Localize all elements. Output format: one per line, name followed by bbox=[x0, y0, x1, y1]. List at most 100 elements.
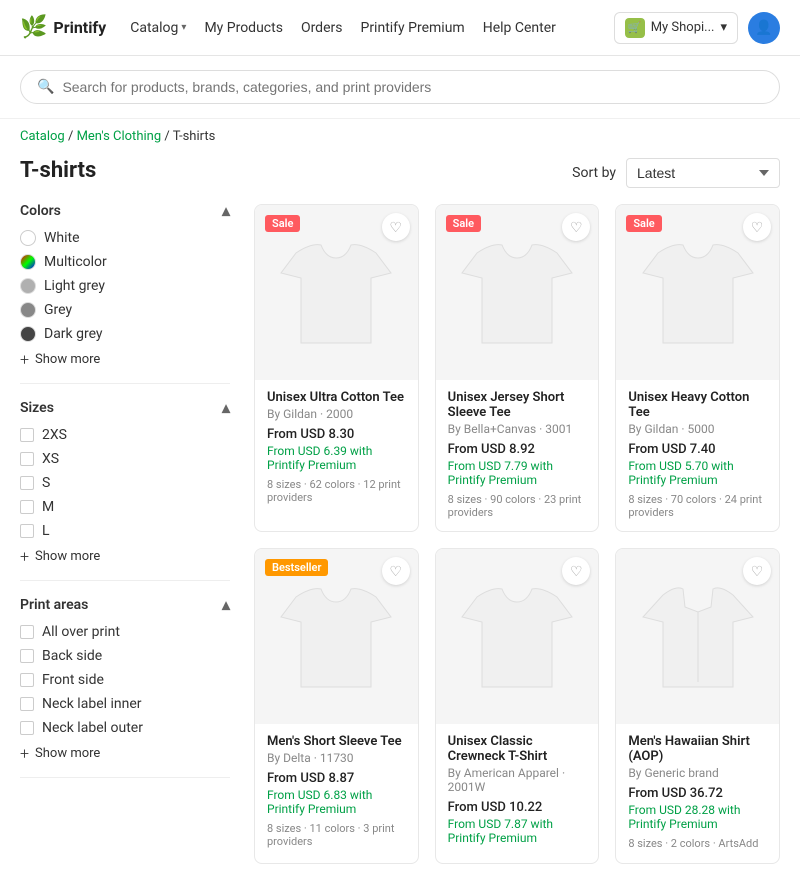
print-areas-show-more[interactable]: + Show more bbox=[20, 744, 230, 763]
product-3-heart-button[interactable]: ♡ bbox=[743, 213, 771, 241]
nav-orders[interactable]: Orders bbox=[301, 20, 343, 36]
colors-label: Colors bbox=[20, 203, 61, 219]
print-area-all-over-checkbox[interactable] bbox=[20, 625, 34, 639]
product-6-premium-price: From USD 28.28 with Printify Premium bbox=[628, 803, 767, 831]
product-card-6[interactable]: ♡ Men's Hawaiian Shirt (AOP) By Generic … bbox=[615, 548, 780, 864]
header-right: 🛒 My Shopi... ▾ 👤 bbox=[614, 12, 780, 44]
product-6-heart-button[interactable]: ♡ bbox=[743, 557, 771, 585]
size-l-label: L bbox=[42, 523, 50, 539]
nav-my-products[interactable]: My Products bbox=[204, 20, 283, 36]
print-area-front-side-label: Front side bbox=[42, 672, 104, 688]
color-label-light-grey: Light grey bbox=[44, 278, 105, 294]
product-4-brand: By Delta · 11730 bbox=[267, 751, 406, 765]
color-light-grey[interactable]: Light grey bbox=[20, 278, 230, 294]
product-2-badge: Sale bbox=[446, 215, 481, 232]
product-2-heart-button[interactable]: ♡ bbox=[562, 213, 590, 241]
product-1-brand: By Gildan · 2000 bbox=[267, 407, 406, 421]
color-multicolor[interactable]: Multicolor bbox=[20, 254, 230, 270]
size-xs-label: XS bbox=[42, 451, 59, 467]
product-card-5[interactable]: ♡ Unisex Classic Crewneck T-Shirt By Ame… bbox=[435, 548, 600, 864]
print-area-front-side-checkbox[interactable] bbox=[20, 673, 34, 687]
product-2-premium-price: From USD 7.79 with Printify Premium bbox=[448, 459, 587, 487]
print-area-front-side[interactable]: Front side bbox=[20, 672, 230, 688]
sizes-label: Sizes bbox=[20, 400, 54, 416]
size-l-checkbox[interactable] bbox=[20, 524, 34, 538]
size-2xs[interactable]: 2XS bbox=[20, 427, 230, 443]
product-card-2[interactable]: Sale ♡ Unisex Jersey Short Sleeve Tee By… bbox=[435, 204, 600, 532]
sizes-show-more[interactable]: + Show more bbox=[20, 547, 230, 566]
color-grey[interactable]: Grey bbox=[20, 302, 230, 318]
product-4-name: Men's Short Sleeve Tee bbox=[267, 734, 406, 749]
colors-show-more-label: Show more bbox=[35, 352, 100, 367]
size-m-checkbox[interactable] bbox=[20, 500, 34, 514]
print-area-neck-outer-checkbox[interactable] bbox=[20, 721, 34, 735]
product-card-4[interactable]: Bestseller ♡ Men's Short Sleeve Tee By D… bbox=[254, 548, 419, 864]
product-2-meta: 8 sizes · 90 colors · 23 print providers bbox=[448, 493, 587, 519]
product-2-price: From USD 8.92 bbox=[448, 442, 587, 457]
product-card-1[interactable]: Sale ♡ Unisex Ultra Cotton Tee By Gildan… bbox=[254, 204, 419, 532]
sizes-toggle-icon: ▴ bbox=[222, 398, 230, 417]
print-areas-filter-header[interactable]: Print areas ▴ bbox=[20, 595, 230, 614]
print-area-back-side-label: Back side bbox=[42, 648, 102, 664]
nav-premium[interactable]: Printify Premium bbox=[360, 20, 464, 36]
print-area-neck-inner-checkbox[interactable] bbox=[20, 697, 34, 711]
product-card-3[interactable]: Sale ♡ Unisex Heavy Cotton Tee By Gildan… bbox=[615, 204, 780, 532]
nav-catalog[interactable]: Catalog ▾ bbox=[130, 20, 186, 36]
nav-help[interactable]: Help Center bbox=[483, 20, 556, 36]
product-4-heart-button[interactable]: ♡ bbox=[382, 557, 410, 585]
product-img-4: Bestseller ♡ bbox=[255, 549, 418, 724]
size-m[interactable]: M bbox=[20, 499, 230, 515]
product-img-1: Sale ♡ bbox=[255, 205, 418, 380]
page-title: T-shirts bbox=[20, 158, 230, 183]
color-dark-grey[interactable]: Dark grey bbox=[20, 326, 230, 342]
product-4-premium-price: From USD 6.83 with Printify Premium bbox=[267, 788, 406, 816]
logo-text: Printify bbox=[53, 18, 106, 37]
product-3-badge: Sale bbox=[626, 215, 661, 232]
product-3-brand: By Gildan · 5000 bbox=[628, 422, 767, 436]
shop-name: My Shopi... bbox=[651, 20, 715, 35]
size-xs[interactable]: XS bbox=[20, 451, 230, 467]
print-area-neck-outer[interactable]: Neck label outer bbox=[20, 720, 230, 736]
breadcrumb-catalog[interactable]: Catalog bbox=[20, 129, 65, 144]
avatar[interactable]: 👤 bbox=[748, 12, 780, 44]
size-s[interactable]: S bbox=[20, 475, 230, 491]
product-5-heart-button[interactable]: ♡ bbox=[562, 557, 590, 585]
breadcrumb-mens-clothing[interactable]: Men's Clothing bbox=[77, 129, 162, 144]
product-6-price: From USD 36.72 bbox=[628, 786, 767, 801]
sort-select[interactable]: Latest Price: Low to High Price: High to… bbox=[626, 158, 780, 188]
product-6-info: Men's Hawaiian Shirt (AOP) By Generic br… bbox=[616, 724, 779, 862]
print-area-back-side[interactable]: Back side bbox=[20, 648, 230, 664]
product-4-badge: Bestseller bbox=[265, 559, 328, 576]
sizes-filter-header[interactable]: Sizes ▴ bbox=[20, 398, 230, 417]
size-m-label: M bbox=[42, 499, 54, 515]
product-3-price: From USD 7.40 bbox=[628, 442, 767, 457]
breadcrumb: Catalog / Men's Clothing / T-shirts bbox=[0, 119, 800, 150]
color-label-multicolor: Multicolor bbox=[44, 254, 107, 270]
print-area-all-over[interactable]: All over print bbox=[20, 624, 230, 640]
product-5-info: Unisex Classic Crewneck T-Shirt By Ameri… bbox=[436, 724, 599, 863]
product-1-heart-button[interactable]: ♡ bbox=[382, 213, 410, 241]
shop-icon: 🛒 bbox=[625, 18, 645, 38]
colors-filter-header[interactable]: Colors ▴ bbox=[20, 201, 230, 220]
size-s-checkbox[interactable] bbox=[20, 476, 34, 490]
print-area-neck-inner[interactable]: Neck label inner bbox=[20, 696, 230, 712]
color-white[interactable]: White bbox=[20, 230, 230, 246]
size-2xs-checkbox[interactable] bbox=[20, 428, 34, 442]
size-l[interactable]: L bbox=[20, 523, 230, 539]
search-icon: 🔍 bbox=[37, 79, 54, 95]
product-2-brand: By Bella+Canvas · 3001 bbox=[448, 422, 587, 436]
product-4-price: From USD 8.87 bbox=[267, 771, 406, 786]
colors-show-more[interactable]: + Show more bbox=[20, 350, 230, 369]
color-dot-multicolor bbox=[20, 254, 36, 270]
color-label-grey: Grey bbox=[44, 302, 72, 318]
product-4-info: Men's Short Sleeve Tee By Delta · 11730 … bbox=[255, 724, 418, 860]
size-xs-checkbox[interactable] bbox=[20, 452, 34, 466]
search-input[interactable] bbox=[62, 79, 763, 95]
product-1-meta: 8 sizes · 62 colors · 12 print providers bbox=[267, 478, 406, 504]
print-area-back-side-checkbox[interactable] bbox=[20, 649, 34, 663]
print-areas-label: Print areas bbox=[20, 597, 88, 613]
breadcrumb-tshirts: T-shirts bbox=[173, 129, 216, 144]
logo[interactable]: 🌿 Printify bbox=[20, 15, 106, 40]
product-5-premium-price: From USD 7.87 with Printify Premium bbox=[448, 817, 587, 845]
shop-selector[interactable]: 🛒 My Shopi... ▾ bbox=[614, 12, 738, 44]
